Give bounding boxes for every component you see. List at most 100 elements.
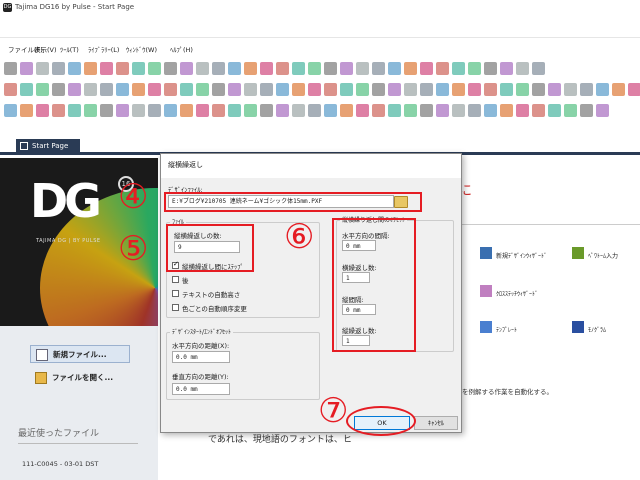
toolbar-tool-icon[interactable] [84,62,97,75]
toolbar-tool-icon[interactable] [420,104,433,117]
toolbar-tool-icon[interactable] [196,104,209,117]
toolbar-tool-icon[interactable] [612,83,625,96]
toolbar-tool-icon[interactable] [164,104,177,117]
toolbar-tool-icon[interactable] [4,62,17,75]
toolbar-tool-icon[interactable] [20,83,33,96]
toolbar-tool-icon[interactable] [372,83,385,96]
cancel-button[interactable]: ｷｬﾝｾﾙ [414,416,458,430]
toolbar-tool-icon[interactable] [564,83,577,96]
menu-library[interactable]: ﾗｲﾌﾞﾗﾘｰ(L) [88,44,119,54]
menu-view[interactable]: 表示(V) [34,44,57,54]
recent-file-item[interactable]: 111-C0045 - 03-01 DST [22,460,98,468]
toolbar-tool-icon[interactable] [180,62,193,75]
toolbar-tool-icon[interactable] [532,104,545,117]
toolbar-tool-icon[interactable] [420,62,433,75]
wizard-pen-input[interactable]: ﾍﾟﾜﾄｰﾑ入力 [572,247,618,260]
tab-start-page[interactable]: Start Page [16,139,80,153]
toolbar-tool-icon[interactable] [324,62,337,75]
menu-window[interactable]: ｳｨﾝﾄﾞｳ(W) [126,44,157,54]
toolbar-tool-icon[interactable] [116,62,129,75]
toolbar-tool-icon[interactable] [308,83,321,96]
toolbar-tool-icon[interactable] [452,62,465,75]
toolbar-tool-icon[interactable] [212,83,225,96]
toolbar-tool-icon[interactable] [388,62,401,75]
toolbar-tool-icon[interactable] [260,104,273,117]
toolbar-tool-icon[interactable] [420,83,433,96]
toolbar-tool-icon[interactable] [148,104,161,117]
open-file-button[interactable]: ファイルを開く... [30,369,130,387]
toolbar-tool-icon[interactable] [372,104,385,117]
toolbar-tool-icon[interactable] [276,83,289,96]
toolbar-tool-icon[interactable] [388,83,401,96]
new-file-button[interactable]: 新規ファイル... [30,345,130,363]
toolbar-tool-icon[interactable] [292,104,305,117]
toolbar-tool-icon[interactable] [308,62,321,75]
toolbar-tool-icon[interactable] [292,83,305,96]
toolbar-tool-icon[interactable] [580,104,593,117]
toolbar-tool-icon[interactable] [532,83,545,96]
toolbar-tool-icon[interactable] [356,104,369,117]
toolbar-tool-icon[interactable] [212,104,225,117]
toolbar-tool-icon[interactable] [452,83,465,96]
toolbar-tool-icon[interactable] [148,62,161,75]
toolbar-tool-icon[interactable] [388,104,401,117]
toolbar-tool-icon[interactable] [436,83,449,96]
toolbar-tool-icon[interactable] [52,83,65,96]
toolbar-tool-icon[interactable] [68,83,81,96]
color-order-checkbox[interactable] [172,304,179,311]
toolbar-tool-icon[interactable] [548,104,561,117]
toolbar-tool-icon[interactable] [516,83,529,96]
toolbar-tool-icon[interactable] [116,83,129,96]
toolbar-tool-icon[interactable] [292,62,305,75]
toolbar-tool-icon[interactable] [68,62,81,75]
wizard-template[interactable]: ﾃﾝﾌﾟﾚｰﾄ [480,321,517,334]
toolbar-tool-icon[interactable] [500,104,513,117]
toolbar-tool-icon[interactable] [500,83,513,96]
toolbar-tool-icon[interactable] [356,83,369,96]
toolbar-tool-icon[interactable] [196,83,209,96]
toolbar-tool-icon[interactable] [84,83,97,96]
toolbar-tool-icon[interactable] [196,62,209,75]
menu-tools[interactable]: ﾂｰﾙ(T) [60,44,79,54]
v-distance-field[interactable]: 0.0 mm [172,383,230,395]
toolbar-tool-icon[interactable] [484,83,497,96]
toolbar-tool-icon[interactable] [324,83,337,96]
toolbar-tool-icon[interactable] [132,62,145,75]
toolbar-tool-icon[interactable] [36,83,49,96]
wizard-cross-stitch[interactable]: ｸﾛｽｽﾃｯﾁｳｨｻﾞｰﾄﾞ [480,285,538,298]
wizard-monogram[interactable]: ﾓﾉｸﾞﾗﾑ [572,321,606,334]
toolbar-tool-icon[interactable] [244,83,257,96]
toolbar-tool-icon[interactable] [516,62,529,75]
toolbar-tool-icon[interactable] [260,62,273,75]
toolbar-tool-icon[interactable] [404,104,417,117]
toolbar-tool-icon[interactable] [340,83,353,96]
toolbar-tool-icon[interactable] [148,83,161,96]
toolbar-tool-icon[interactable] [68,104,81,117]
toolbar-tool-icon[interactable] [164,62,177,75]
wizard-new-design[interactable]: 新規ﾃﾞｻﾞｲﾝｳｨｻﾞｰﾄﾞ [480,247,547,260]
toolbar-tool-icon[interactable] [52,104,65,117]
toolbar-tool-icon[interactable] [404,83,417,96]
toolbar-tool-icon[interactable] [452,104,465,117]
toolbar-tool-icon[interactable] [260,83,273,96]
toolbar-tool-icon[interactable] [132,83,145,96]
toolbar-tool-icon[interactable] [180,83,193,96]
toolbar-tool-icon[interactable] [468,62,481,75]
toolbar-tool-icon[interactable] [564,104,577,117]
toolbar-tool-icon[interactable] [20,62,33,75]
toolbar-tool-icon[interactable] [84,104,97,117]
toolbar-tool-icon[interactable] [100,62,113,75]
toolbar-tool-icon[interactable] [100,104,113,117]
toolbar-tool-icon[interactable] [596,83,609,96]
toolbar-tool-icon[interactable] [484,62,497,75]
toolbar-tool-icon[interactable] [164,83,177,96]
toolbar-tool-icon[interactable] [372,62,385,75]
toolbar-tool-icon[interactable] [340,104,353,117]
toolbar-tool-icon[interactable] [52,62,65,75]
toolbar-tool-icon[interactable] [436,104,449,117]
toolbar-tool-icon[interactable] [228,62,241,75]
toolbar-tool-icon[interactable] [20,104,33,117]
toolbar-tool-icon[interactable] [356,62,369,75]
toolbar-tool-icon[interactable] [580,83,593,96]
h-distance-field[interactable]: 0.0 mm [172,351,230,363]
